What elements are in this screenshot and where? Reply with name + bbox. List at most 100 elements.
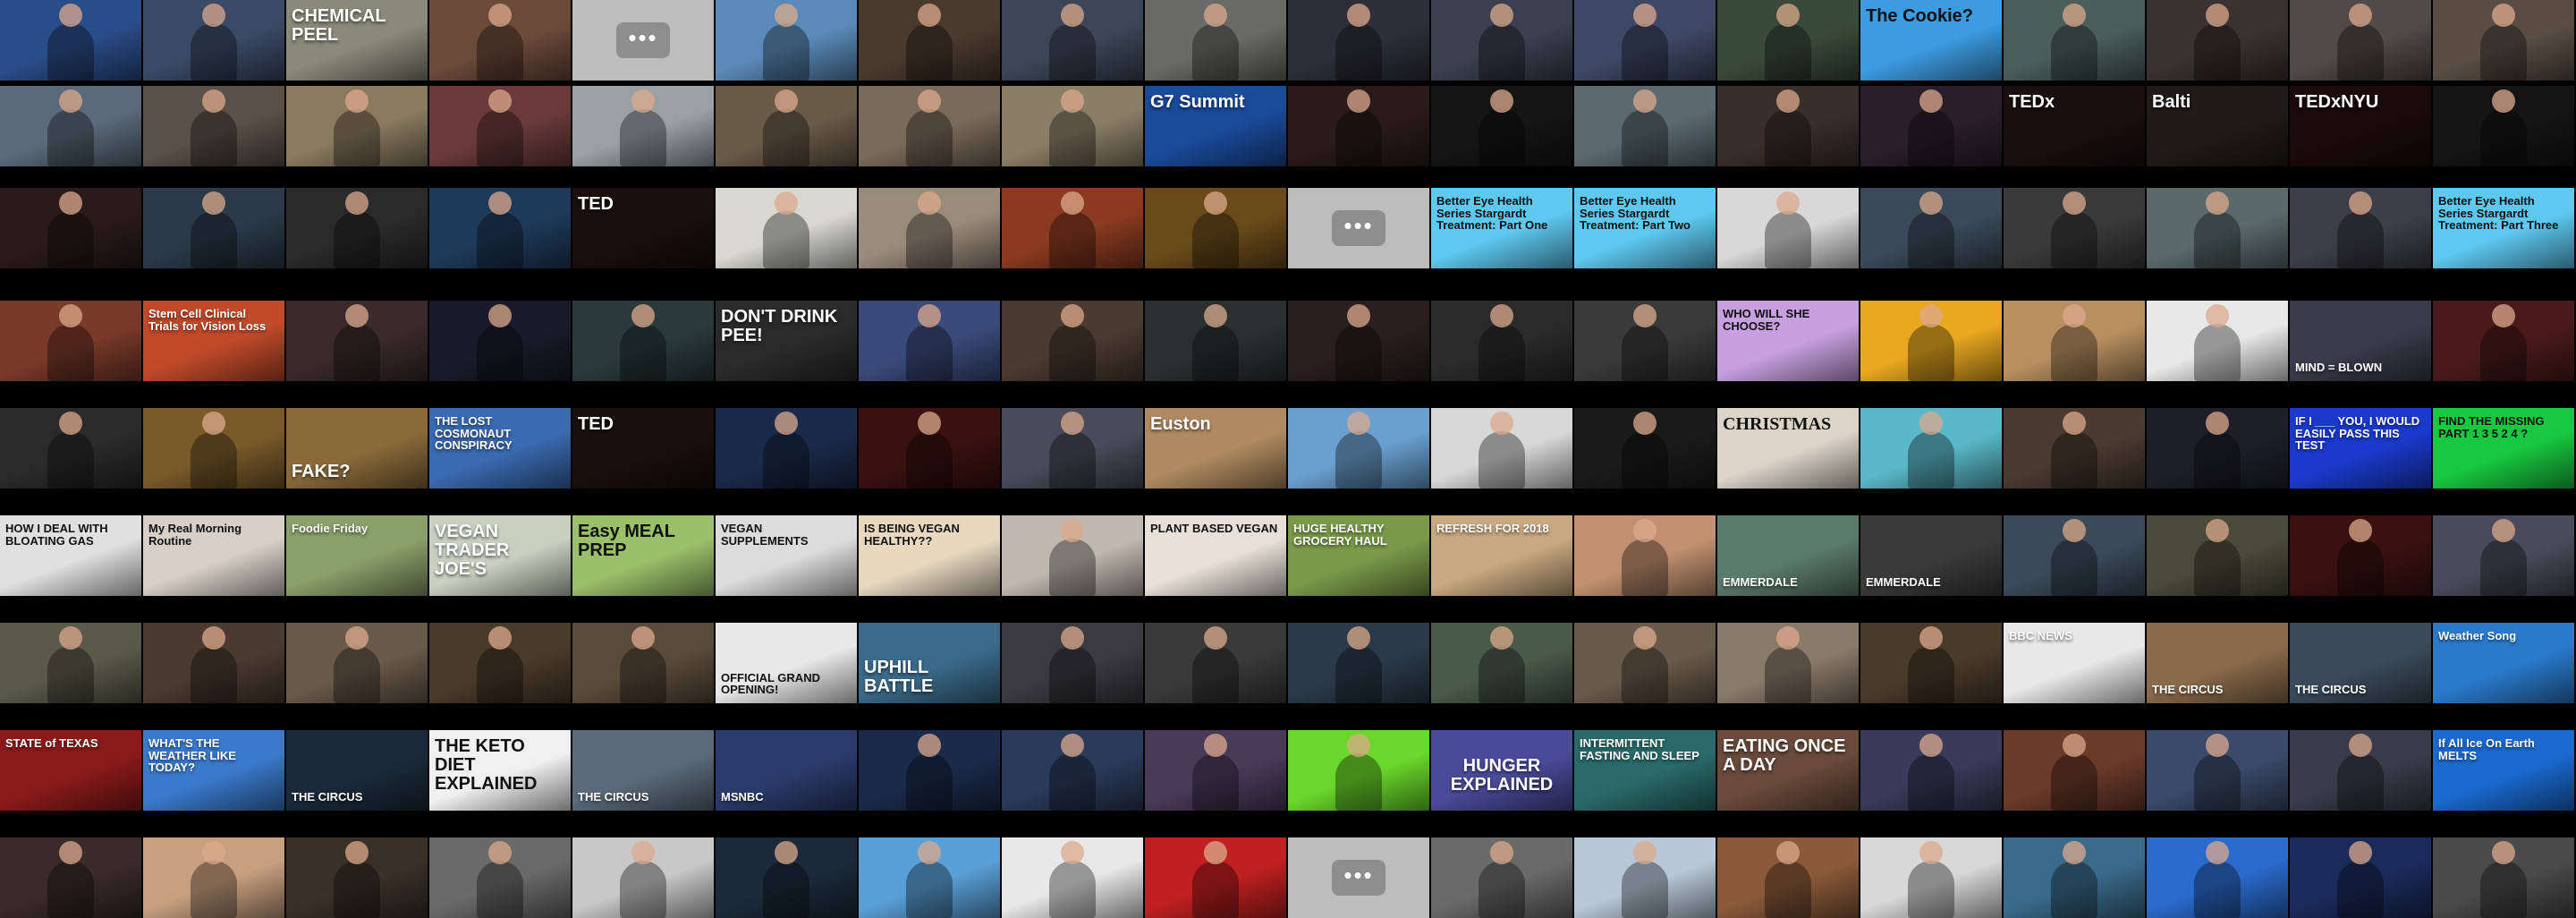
video-thumbnail[interactable] bbox=[1860, 188, 2002, 268]
video-thumbnail[interactable] bbox=[429, 86, 571, 166]
video-thumbnail[interactable] bbox=[572, 86, 714, 166]
video-thumbnail[interactable] bbox=[716, 408, 857, 489]
video-thumbnail[interactable]: Foodie Friday bbox=[286, 515, 428, 596]
video-thumbnail[interactable] bbox=[1288, 730, 1429, 811]
video-thumbnail[interactable] bbox=[2290, 188, 2431, 268]
video-thumbnail[interactable]: CHRISTMAS bbox=[1717, 408, 1859, 489]
video-thumbnail[interactable] bbox=[1574, 301, 1716, 381]
video-thumbnail[interactable] bbox=[286, 623, 428, 703]
video-thumbnail[interactable]: Better Eye Health Series Stargardt Treat… bbox=[1574, 188, 1716, 268]
video-thumbnail[interactable] bbox=[716, 0, 857, 81]
video-thumbnail[interactable] bbox=[1002, 301, 1143, 381]
video-thumbnail[interactable] bbox=[1574, 86, 1716, 166]
video-thumbnail[interactable] bbox=[859, 408, 1000, 489]
video-thumbnail[interactable] bbox=[716, 86, 857, 166]
video-thumbnail[interactable] bbox=[1002, 188, 1143, 268]
video-thumbnail[interactable]: THE KETO DIET EXPLAINED bbox=[429, 730, 571, 811]
video-thumbnail[interactable]: THE CIRCUS bbox=[572, 730, 714, 811]
video-thumbnail[interactable] bbox=[2004, 730, 2145, 811]
video-thumbnail[interactable] bbox=[2147, 837, 2288, 918]
video-thumbnail[interactable] bbox=[859, 837, 1000, 918]
video-thumbnail[interactable]: G7 Summit bbox=[1145, 86, 1286, 166]
video-thumbnail[interactable]: HUGE HEALTHY GROCERY HAUL bbox=[1288, 515, 1429, 596]
video-thumbnail[interactable] bbox=[2433, 837, 2574, 918]
video-thumbnail[interactable]: PLANT BASED VEGAN bbox=[1145, 515, 1286, 596]
video-thumbnail[interactable] bbox=[859, 0, 1000, 81]
video-thumbnail[interactable]: Euston bbox=[1145, 408, 1286, 489]
video-thumbnail[interactable] bbox=[1288, 301, 1429, 381]
video-thumbnail[interactable]: Better Eye Health Series Stargardt Treat… bbox=[2433, 188, 2574, 268]
video-thumbnail[interactable] bbox=[1574, 515, 1716, 596]
video-thumbnail[interactable] bbox=[1002, 623, 1143, 703]
video-thumbnail[interactable] bbox=[1574, 837, 1716, 918]
video-thumbnail[interactable]: INTERMITTENT FASTING AND SLEEP bbox=[1574, 730, 1716, 811]
video-thumbnail[interactable]: VEGAN TRADER JOE'S bbox=[429, 515, 571, 596]
video-thumbnail[interactable] bbox=[1860, 623, 2002, 703]
video-thumbnail[interactable]: VEGAN SUPPLEMENTS bbox=[716, 515, 857, 596]
video-thumbnail[interactable] bbox=[1431, 86, 1572, 166]
video-thumbnail[interactable] bbox=[0, 86, 141, 166]
video-thumbnail[interactable]: FIND THE MISSING PART 1 3 5 2 4 ? bbox=[2433, 408, 2574, 489]
video-thumbnail[interactable]: THE CIRCUS bbox=[2290, 623, 2431, 703]
video-thumbnail[interactable]: Stem Cell Clinical Trials for Vision Los… bbox=[143, 301, 284, 381]
video-thumbnail[interactable]: WHO WILL SHE CHOOSE? bbox=[1717, 301, 1859, 381]
video-thumbnail[interactable]: EATING ONCE A DAY bbox=[1717, 730, 1859, 811]
video-thumbnail[interactable] bbox=[1431, 301, 1572, 381]
video-thumbnail[interactable] bbox=[1860, 730, 2002, 811]
video-thumbnail[interactable] bbox=[2290, 837, 2431, 918]
thumbnail-placeholder[interactable]: ••• bbox=[1288, 188, 1429, 268]
video-thumbnail[interactable]: THE CIRCUS bbox=[2147, 623, 2288, 703]
video-thumbnail[interactable] bbox=[572, 301, 714, 381]
video-thumbnail[interactable]: THE LOST COSMONAUT CONSPIRACY bbox=[429, 408, 571, 489]
video-thumbnail[interactable]: UPHILL BATTLE bbox=[859, 623, 1000, 703]
video-thumbnail[interactable] bbox=[716, 837, 857, 918]
video-thumbnail[interactable] bbox=[1002, 837, 1143, 918]
video-thumbnail[interactable] bbox=[1145, 188, 1286, 268]
video-thumbnail[interactable]: IF I ___ YOU, I WOULD EASILY PASS THIS T… bbox=[2290, 408, 2431, 489]
video-thumbnail[interactable] bbox=[1288, 0, 1429, 81]
video-thumbnail[interactable] bbox=[2004, 837, 2145, 918]
video-thumbnail[interactable] bbox=[143, 188, 284, 268]
video-thumbnail[interactable]: REFRESH FOR 2018 bbox=[1431, 515, 1572, 596]
thumbnail-placeholder[interactable]: ••• bbox=[1288, 837, 1429, 918]
video-thumbnail[interactable] bbox=[2433, 0, 2574, 81]
video-thumbnail[interactable] bbox=[2004, 515, 2145, 596]
video-thumbnail[interactable] bbox=[1860, 837, 2002, 918]
video-thumbnail[interactable] bbox=[572, 837, 714, 918]
video-thumbnail[interactable]: IS BEING VEGAN HEALTHY?? bbox=[859, 515, 1000, 596]
video-thumbnail[interactable] bbox=[429, 301, 571, 381]
video-thumbnail[interactable]: BBC NEWS bbox=[2004, 623, 2145, 703]
video-thumbnail[interactable] bbox=[2290, 730, 2431, 811]
video-thumbnail[interactable] bbox=[0, 301, 141, 381]
video-thumbnail[interactable] bbox=[286, 86, 428, 166]
video-thumbnail[interactable] bbox=[1717, 837, 1859, 918]
video-thumbnail[interactable]: If All Ice On Earth MELTS bbox=[2433, 730, 2574, 811]
video-thumbnail[interactable] bbox=[1431, 0, 1572, 81]
video-thumbnail[interactable] bbox=[2433, 86, 2574, 166]
video-thumbnail[interactable]: TEDx bbox=[2004, 86, 2145, 166]
video-thumbnail[interactable] bbox=[2147, 515, 2288, 596]
video-thumbnail[interactable] bbox=[1145, 301, 1286, 381]
video-thumbnail[interactable] bbox=[0, 0, 141, 81]
video-thumbnail[interactable] bbox=[143, 86, 284, 166]
video-thumbnail[interactable] bbox=[1860, 86, 2002, 166]
video-thumbnail[interactable] bbox=[429, 188, 571, 268]
video-thumbnail[interactable] bbox=[1717, 0, 1859, 81]
video-thumbnail[interactable]: The Cookie? bbox=[1860, 0, 2002, 81]
video-thumbnail[interactable] bbox=[2290, 0, 2431, 81]
video-thumbnail[interactable]: THE CIRCUS bbox=[286, 730, 428, 811]
video-thumbnail[interactable] bbox=[1002, 0, 1143, 81]
video-thumbnail[interactable] bbox=[0, 623, 141, 703]
video-thumbnail[interactable] bbox=[2147, 730, 2288, 811]
video-thumbnail[interactable] bbox=[1145, 623, 1286, 703]
video-thumbnail[interactable]: CHEMICAL PEEL bbox=[286, 0, 428, 81]
video-thumbnail[interactable] bbox=[2147, 301, 2288, 381]
video-thumbnail[interactable] bbox=[1002, 730, 1143, 811]
video-thumbnail[interactable] bbox=[1717, 623, 1859, 703]
video-thumbnail[interactable]: TEDxNYU bbox=[2290, 86, 2431, 166]
video-thumbnail[interactable]: EMMERDALE bbox=[1860, 515, 2002, 596]
video-thumbnail[interactable] bbox=[2004, 188, 2145, 268]
video-thumbnail[interactable] bbox=[859, 301, 1000, 381]
video-thumbnail[interactable]: Better Eye Health Series Stargardt Treat… bbox=[1431, 188, 1572, 268]
video-thumbnail[interactable] bbox=[2433, 515, 2574, 596]
